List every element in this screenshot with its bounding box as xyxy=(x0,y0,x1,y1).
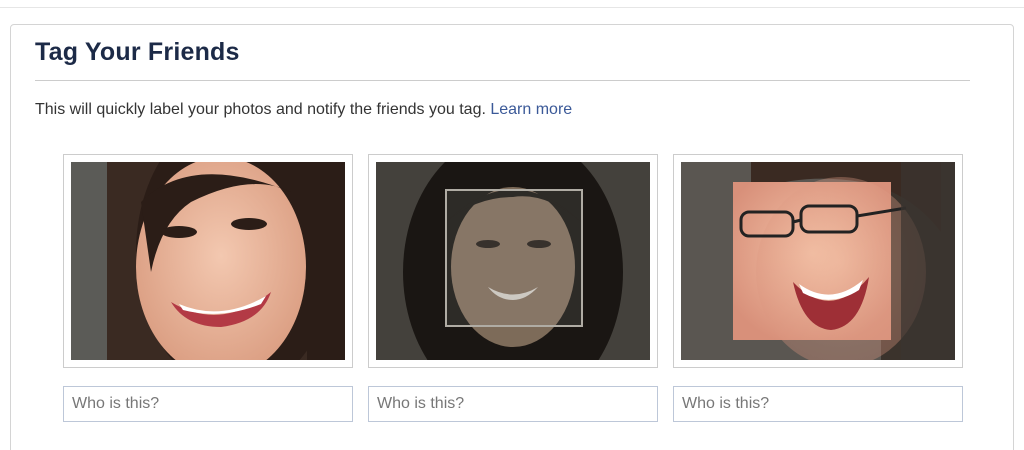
learn-more-link[interactable]: Learn more xyxy=(490,101,572,118)
dialog-title: Tag Your Friends xyxy=(35,38,240,66)
face-card-3 xyxy=(673,154,963,368)
face-photo-icon xyxy=(376,162,650,360)
face-photo-icon xyxy=(681,162,955,360)
title-divider xyxy=(35,80,970,81)
who-is-this-input-2[interactable] xyxy=(368,386,658,422)
description-text: This will quickly label your photos and … xyxy=(35,101,486,118)
face-photo-3 xyxy=(681,162,955,360)
face-card-1 xyxy=(63,154,353,368)
top-strip xyxy=(0,0,1024,8)
who-is-this-input-1[interactable] xyxy=(63,386,353,422)
face-photo-1 xyxy=(71,162,345,360)
dialog-description: This will quickly label your photos and … xyxy=(35,101,572,119)
who-is-this-input-3[interactable] xyxy=(673,386,963,422)
face-card-2 xyxy=(368,154,658,368)
face-photo-2 xyxy=(376,162,650,360)
face-photo-icon xyxy=(71,162,345,360)
